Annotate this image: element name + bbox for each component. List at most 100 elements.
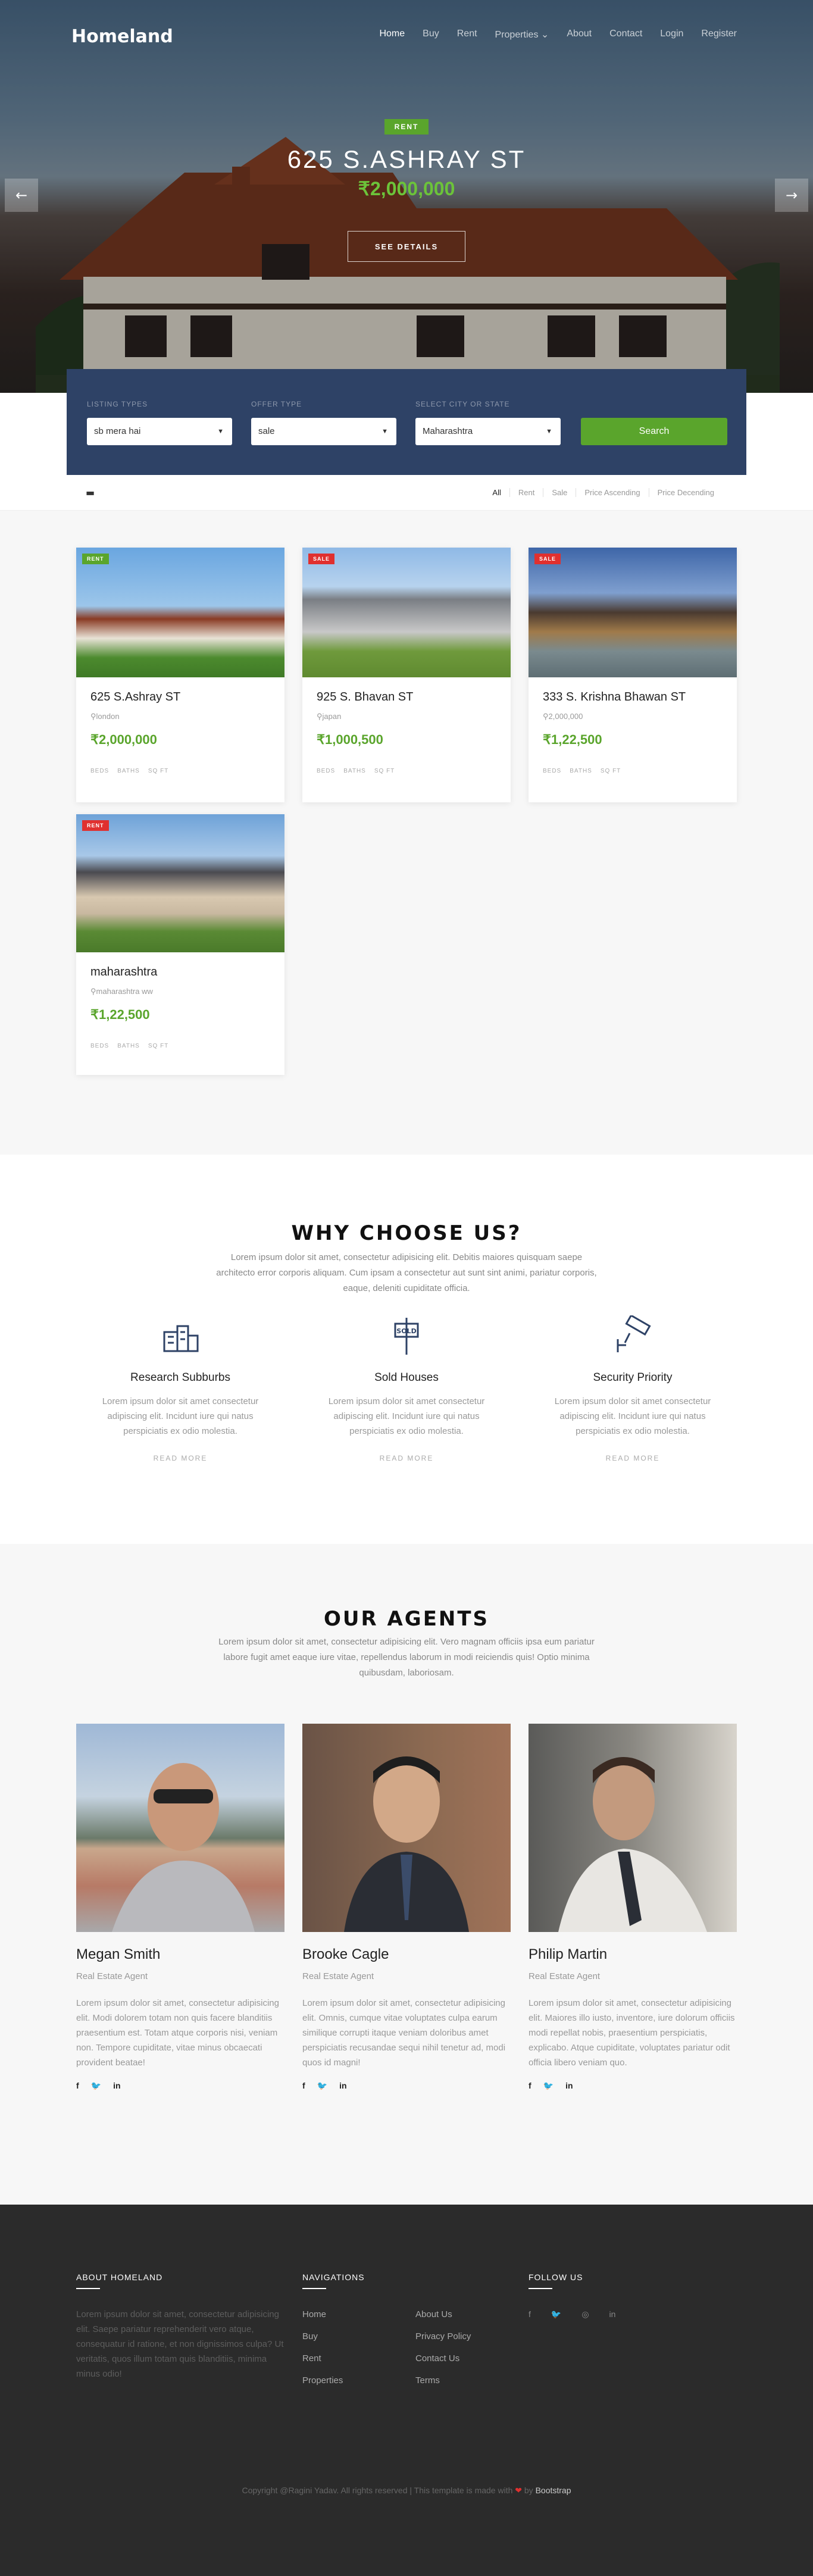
read-more-link[interactable]: READ MORE [537,1454,728,1462]
property-price: ₹2,000,000 [90,732,157,747]
property-image[interactable]: RENT [76,814,284,952]
linkedin-icon[interactable]: in [339,2081,346,2091]
property-card[interactable]: SALE 925 S. Bhavan ST ⚲japan ₹1,000,500 … [302,548,511,802]
buildings-icon [163,1325,199,1352]
footer-about-heading: ABOUT HOMELAND [76,2272,163,2282]
footer-link-contact[interactable]: Contact Us [415,2351,471,2366]
footer-about-text: Lorem ipsum dolor sit amet, consectetur … [76,2309,284,2379]
property-title[interactable]: 333 S. Krishna Bhawan ST [543,690,686,704]
nav-about[interactable]: About [567,29,592,40]
offer-type-label: OFFER TYPE [251,400,302,408]
feature-text: Lorem ipsum dolor sit amet consectetur a… [328,1396,485,1436]
filter-price-desc[interactable]: Price Decending [649,488,723,497]
footer-divider [76,2288,100,2289]
property-image[interactable]: RENT [76,548,284,677]
filter-bar: ▬ All Rent Sale Price Ascending Price De… [0,475,813,511]
read-more-link[interactable]: READ MORE [85,1454,276,1462]
filter-rent[interactable]: Rent [510,488,544,497]
footer-link-home[interactable]: Home [302,2307,343,2322]
search-button[interactable]: Search [581,418,727,445]
twitter-icon[interactable]: 🐦 [551,2309,561,2319]
footer: ABOUT HOMELAND Lorem ipsum dolor sit ame… [0,2205,813,2576]
agent-name[interactable]: Philip Martin [529,1946,737,1963]
property-card[interactable]: RENT 625 S.Ashray ST ⚲london ₹2,000,000 … [76,548,284,802]
bootstrap-link[interactable]: Bootstrap [536,2486,571,2495]
linkedin-icon[interactable]: in [609,2309,616,2319]
why-title: WHY CHOOSE US? [291,1221,522,1245]
property-card[interactable]: RENT maharashtra ⚲maharashtra ww ₹1,22,5… [76,814,284,1075]
twitter-icon[interactable]: 🐦 [91,2081,101,2091]
agent-social: f 🐦 in [302,2081,511,2091]
property-meta: BEDS BATHS SQ FT [317,768,395,774]
svg-text:SOLD: SOLD [396,1327,416,1335]
property-title[interactable]: maharashtra [90,965,157,979]
agent-name[interactable]: Megan Smith [76,1946,284,1963]
footer-link-privacy[interactable]: Privacy Policy [415,2329,471,2344]
city-label: SELECT CITY OR STATE [415,400,510,408]
nav-buy[interactable]: Buy [423,29,439,40]
property-price: ₹1,22,500 [543,732,602,747]
property-meta: BEDS BATHS SQ FT [90,1043,169,1049]
site-logo[interactable]: Homeland [71,26,173,47]
hero-badge: RENT [384,119,429,135]
facebook-icon[interactable]: f [302,2081,305,2091]
filter-sale[interactable]: Sale [543,488,577,497]
property-title[interactable]: 625 S.Ashray ST [90,690,180,704]
twitter-icon[interactable]: 🐦 [317,2081,327,2091]
footer-link-about[interactable]: About Us [415,2307,471,2322]
read-more-link[interactable]: READ MORE [311,1454,502,1462]
footer-link-properties[interactable]: Properties [302,2373,343,2388]
facebook-icon[interactable]: f [529,2081,531,2091]
property-title[interactable]: 925 S. Bhavan ST [317,690,413,704]
nav-properties[interactable]: Properties ⌄ [495,29,549,40]
feature-security: Security Priority Lorem ipsum dolor sit … [537,1314,728,1462]
linkedin-icon[interactable]: in [113,2081,120,2091]
agent-bio: Lorem ipsum dolor sit amet, consectetur … [302,1998,506,2068]
grid-view-icon[interactable]: ▬ [86,487,95,498]
instagram-icon[interactable]: ◎ [581,2309,589,2319]
facebook-icon[interactable]: f [76,2081,79,2091]
heart-icon: ❤ [515,2486,522,2495]
property-location: ⚲london [90,712,120,721]
see-details-button[interactable]: SEE DETAILS [348,231,465,262]
offer-type-select[interactable]: sale ▼ [251,418,396,445]
listing-type-label: LISTING TYPES [87,400,148,408]
map-pin-icon: ⚲ [543,712,549,721]
arrow-right-icon[interactable]: → [775,179,808,212]
caret-down-icon: ▼ [217,428,224,435]
footer-link-rent[interactable]: Rent [302,2351,343,2366]
agent-name[interactable]: Brooke Cagle [302,1946,511,1963]
nav-register[interactable]: Register [701,29,737,40]
arrow-left-icon[interactable]: ← [5,179,38,212]
property-image[interactable]: SALE [302,548,511,677]
city-select[interactable]: Maharashtra ▼ [415,418,561,445]
feature-title: Research Subburbs [130,1371,230,1384]
caret-down-icon: ▼ [382,428,388,435]
feature-text: Lorem ipsum dolor sit amet consectetur a… [554,1396,711,1436]
nav-rent[interactable]: Rent [457,29,477,40]
property-location: ⚲maharashtra ww [90,987,153,996]
why-choose-us-section: WHY CHOOSE US? Lorem ipsum dolor sit ame… [0,1155,813,1544]
filter-price-asc[interactable]: Price Ascending [576,488,649,497]
footer-divider [302,2288,326,2289]
security-camera-icon [617,1314,651,1352]
filter-links: All Rent Sale Price Ascending Price Dece… [484,488,723,497]
twitter-icon[interactable]: 🐦 [543,2081,554,2091]
listing-type-select[interactable]: sb mera hai ▼ [87,418,232,445]
agent-role: Real Estate Agent [76,1971,148,1981]
search-panel: LISTING TYPES OFFER TYPE SELECT CITY OR … [67,369,746,475]
nav-home[interactable]: Home [379,29,405,40]
facebook-icon[interactable]: f [529,2309,531,2319]
why-description: Lorem ipsum dolor sit amet, consectetur … [216,1252,597,1293]
property-card[interactable]: SALE 333 S. Krishna Bhawan ST ⚲2,000,000… [529,548,737,802]
hero-title: 625 S.ASHRAY ST [287,145,526,173]
linkedin-icon[interactable]: in [565,2081,573,2091]
hero-price: ₹2,000,000 [358,178,455,199]
agents-section: OUR AGENTS Lorem ipsum dolor sit amet, c… [0,1544,813,2205]
nav-contact[interactable]: Contact [609,29,642,40]
property-image[interactable]: SALE [529,548,737,677]
filter-all[interactable]: All [484,488,510,497]
nav-login[interactable]: Login [660,29,683,40]
footer-link-terms[interactable]: Terms [415,2373,471,2388]
footer-link-buy[interactable]: Buy [302,2329,343,2344]
